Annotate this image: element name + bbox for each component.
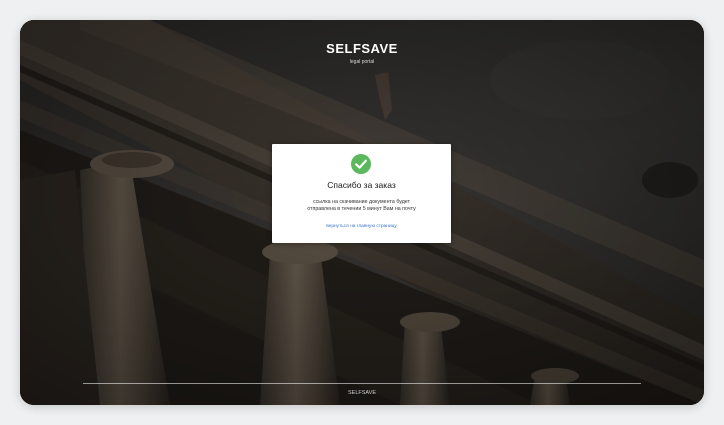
check-circle-icon bbox=[351, 154, 371, 174]
logo-subtitle: legal portal bbox=[349, 59, 375, 65]
back-to-home-link[interactable]: вернуться на главную страницу bbox=[272, 224, 451, 230]
page-frame: SELFSAVE legal portal Спасибо за заказ с… bbox=[20, 20, 704, 405]
footer-divider bbox=[83, 383, 641, 384]
footer-logo: SELFSAVE bbox=[347, 390, 377, 396]
dialog-title: Спасибо за заказ bbox=[327, 180, 396, 190]
header: SELFSAVE legal portal bbox=[20, 40, 704, 66]
success-dialog: Спасибо за заказ ссылка на скачивание до… bbox=[272, 144, 451, 243]
logo[interactable]: SELFSAVE bbox=[326, 42, 398, 56]
dialog-message-line-2: отправлена в течении 5 минут Вам на почт… bbox=[307, 205, 416, 212]
dialog-message: ссылка на скачивание документа будет отп… bbox=[282, 199, 441, 212]
